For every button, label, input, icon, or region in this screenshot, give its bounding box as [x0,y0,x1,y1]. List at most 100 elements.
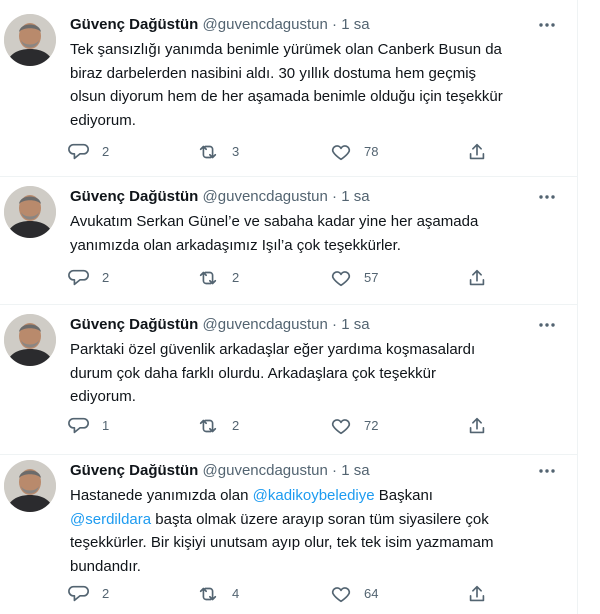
avatar[interactable] [4,186,56,238]
tweet-text: Hastanede yanımızda olan @kadikoybelediy… [70,484,550,578]
retweet-button[interactable]: 4 [196,582,239,606]
user-handle[interactable]: @guvencdagustun [203,188,328,205]
display-name[interactable]: Güvenç Dağüstün [70,316,198,333]
more-icon[interactable] [534,186,560,208]
like-button[interactable]: 57 [330,266,378,290]
separator: · [332,188,338,205]
reply-count: 1 [102,418,110,433]
share-button[interactable] [466,414,488,438]
tweet-header: Güvenç Dağüstün @guvencdagustun · 1 sa [70,14,370,36]
reply-icon [68,585,89,602]
reply-button[interactable]: 1 [68,414,109,438]
tweet-text-line: ediyorum. [70,111,136,129]
like-count: 57 [364,270,379,285]
tweet-text: Avukatım Serkan Günel’e ve sabaha kadar … [70,210,550,257]
like-icon [331,271,351,287]
retweet-button[interactable]: 2 [196,266,239,290]
retweet-icon [199,587,217,601]
tweet[interactable]: Güvenç Dağüstün @guvencdagustun · 1 sa T… [0,14,577,177]
retweet-count: 2 [232,418,240,433]
tweet-actions: 2 3 78 [62,140,502,164]
tweet-header: Güvenç Dağüstün @guvencdagustun · 1 sa [70,314,370,336]
tweet-text-line: bundandır. [70,557,141,575]
mention-link[interactable]: @serdildara [70,511,151,528]
timestamp[interactable]: 1 sa [341,316,369,333]
share-icon [469,417,485,434]
reply-button[interactable]: 2 [68,140,109,164]
tweet-text: Parktaki özel güvenlik arkadaşlar eğer y… [70,338,550,409]
like-button[interactable]: 64 [330,582,378,606]
like-icon [331,419,351,435]
avatar[interactable] [4,14,56,66]
retweet-button[interactable]: 3 [196,140,239,164]
like-button[interactable]: 78 [330,140,378,164]
retweet-count: 4 [232,586,240,601]
tweet-actions: 2 2 57 [62,266,502,290]
tweet-text-line: olsun diyorum hem de her aşamada benimle… [70,88,503,105]
tweet-text-segment: Hastanede yanımızda olan [70,487,253,504]
tweet-text-line: Parktaki özel güvenlik arkadaşlar eğer y… [70,341,476,358]
user-handle[interactable]: @guvencdagustun [203,316,328,333]
retweet-icon [199,271,217,285]
tweet-text-segment: Başkanı [374,487,433,504]
retweet-icon [199,145,217,159]
retweet-count: 3 [232,144,240,159]
tweet[interactable]: Güvenç Dağüstün @guvencdagustun · 1 sa H… [0,460,577,614]
like-icon [331,587,351,603]
like-count: 64 [364,586,379,601]
avatar[interactable] [4,314,56,366]
avatar[interactable] [4,460,56,512]
display-name[interactable]: Güvenç Dağüstün [70,16,198,33]
timestamp[interactable]: 1 sa [341,16,369,33]
mention-link[interactable]: @kadikoybelediye [253,487,375,504]
reply-count: 2 [102,586,110,601]
tweet-text-line: Tek şansızlığı yanımda benimle yürümek o… [70,41,502,58]
tweet-text-line: Hastanede yanımızda olan @kadikoybelediy… [70,484,550,508]
separator: · [332,462,338,479]
timeline-right-border [577,0,578,614]
like-button[interactable]: 72 [330,414,378,438]
tweet-header: Güvenç Dağüstün @guvencdagustun · 1 sa [70,460,370,482]
tweet-header: Güvenç Dağüstün @guvencdagustun · 1 sa [70,186,370,208]
tweet[interactable]: Güvenç Dağüstün @guvencdagustun · 1 sa A… [0,186,577,305]
tweet-text-line: teşekkürler. Bir kişiyi unutsam ayıp olu… [70,534,494,551]
reply-button[interactable]: 2 [68,582,109,606]
tweet-text-segment: başta olmak üzere arayıp soran tüm siyas… [151,510,489,528]
tweet-text-line: durum çok daha farklı olurdu. Arkadaşlar… [70,364,437,382]
tweet-text-line: @serdildara başta olmak üzere arayıp sor… [70,508,550,532]
retweet-icon [199,419,217,433]
share-button[interactable] [466,140,488,164]
user-handle[interactable]: @guvencdagustun [203,16,328,33]
like-count: 72 [364,418,379,433]
tweet-text: Tek şansızlığı yanımda benimle yürümek o… [70,38,550,132]
separator: · [332,16,338,33]
share-button[interactable] [466,266,488,290]
retweet-count: 2 [232,270,240,285]
share-button[interactable] [466,582,488,606]
like-count: 78 [364,144,379,159]
display-name[interactable]: Güvenç Dağüstün [70,188,198,205]
more-icon[interactable] [534,314,560,336]
more-icon[interactable] [534,460,560,482]
tweet[interactable]: Güvenç Dağüstün @guvencdagustun · 1 sa P… [0,314,577,455]
share-icon [469,269,485,286]
share-icon [469,585,485,602]
tweet-text-line: Avukatım Serkan Günel’e ve sabaha kadar … [70,213,479,230]
more-icon[interactable] [534,14,560,36]
timestamp[interactable]: 1 sa [341,188,369,205]
retweet-button[interactable]: 2 [196,414,239,438]
reply-icon [68,143,89,160]
tweet-text-line: biraz darbelerden nasibini aldı. 30 yıll… [70,64,477,82]
tweet-actions: 1 2 72 [62,414,502,438]
tweet-actions: 2 4 64 [62,582,502,606]
reply-icon [68,417,89,434]
timestamp[interactable]: 1 sa [341,462,369,479]
user-handle[interactable]: @guvencdagustun [203,462,328,479]
reply-icon [68,269,89,286]
share-icon [469,143,485,160]
tweet-text-line: yanımızda olan arkadaşımız Işıl’a çok te… [70,236,401,254]
display-name[interactable]: Güvenç Dağüstün [70,462,198,479]
reply-count: 2 [102,144,110,159]
reply-button[interactable]: 2 [68,266,109,290]
like-icon [331,145,351,161]
